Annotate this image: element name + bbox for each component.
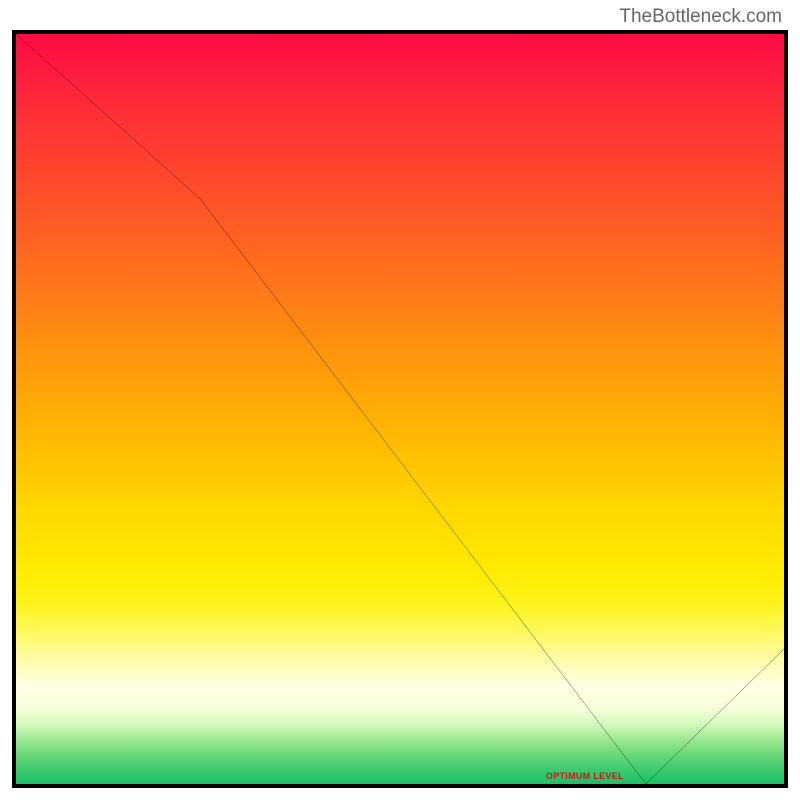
optimum-marker-label: OPTIMUM LEVEL [546,771,624,781]
chart-plot-area: OPTIMUM LEVEL [12,30,788,788]
chart-line-svg [16,34,784,784]
watermark-text: TheBottleneck.com [619,6,782,28]
chart-series-line [16,34,784,784]
